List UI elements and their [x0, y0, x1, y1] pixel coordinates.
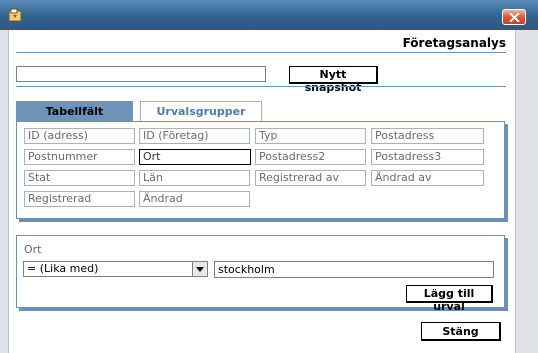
field-stat[interactable]: Stat: [24, 170, 135, 186]
field-id-adress[interactable]: ID (adress): [24, 128, 135, 144]
window-frame-left: [0, 30, 9, 353]
operator-value: = (Lika med): [27, 262, 99, 275]
close-dialog-button[interactable]: Stäng: [421, 322, 501, 341]
divider: [16, 52, 506, 53]
field-andrad-av[interactable]: Ändrad av: [371, 170, 484, 186]
divider: [16, 86, 506, 87]
new-snapshot-button[interactable]: Nytt snapshot: [289, 66, 378, 94]
field-typ[interactable]: Typ: [255, 128, 366, 144]
field-lan[interactable]: Län: [139, 170, 250, 186]
fields-panel: ID (adress) ID (Företag) Typ Postadress …: [16, 121, 505, 219]
field-postadress3[interactable]: Postadress3: [371, 149, 484, 165]
field-postadress2[interactable]: Postadress2: [255, 149, 366, 165]
field-id-foretag[interactable]: ID (Företag): [139, 128, 250, 144]
field-ort[interactable]: Ort: [139, 149, 251, 165]
filter-value-input[interactable]: stockholm: [214, 261, 494, 278]
field-andrad[interactable]: Ändrad: [139, 191, 250, 207]
app-icon[interactable]: [8, 8, 23, 22]
operator-select[interactable]: = (Lika med): [23, 261, 208, 277]
title-bar[interactable]: [0, 0, 538, 30]
field-postnummer[interactable]: Postnummer: [24, 149, 135, 165]
snapshot-name-input[interactable]: [16, 66, 266, 82]
filter-label: Ort: [24, 243, 42, 256]
window-frame-right: [515, 30, 538, 353]
close-button[interactable]: [502, 9, 526, 25]
chevron-down-icon[interactable]: [192, 262, 207, 276]
tab-urvalsgrupper[interactable]: Urvalsgrupper: [140, 101, 262, 122]
field-registrerad-av[interactable]: Registrerad av: [255, 170, 366, 186]
field-registrerad[interactable]: Registrerad: [24, 191, 135, 207]
tab-tabellfalt[interactable]: Tabellfält: [16, 101, 133, 122]
close-x-icon: [509, 13, 520, 22]
field-postadress[interactable]: Postadress: [371, 128, 484, 144]
add-filter-button[interactable]: Lägg till urval: [406, 285, 493, 313]
page-title: Företagsanalys: [402, 36, 506, 50]
